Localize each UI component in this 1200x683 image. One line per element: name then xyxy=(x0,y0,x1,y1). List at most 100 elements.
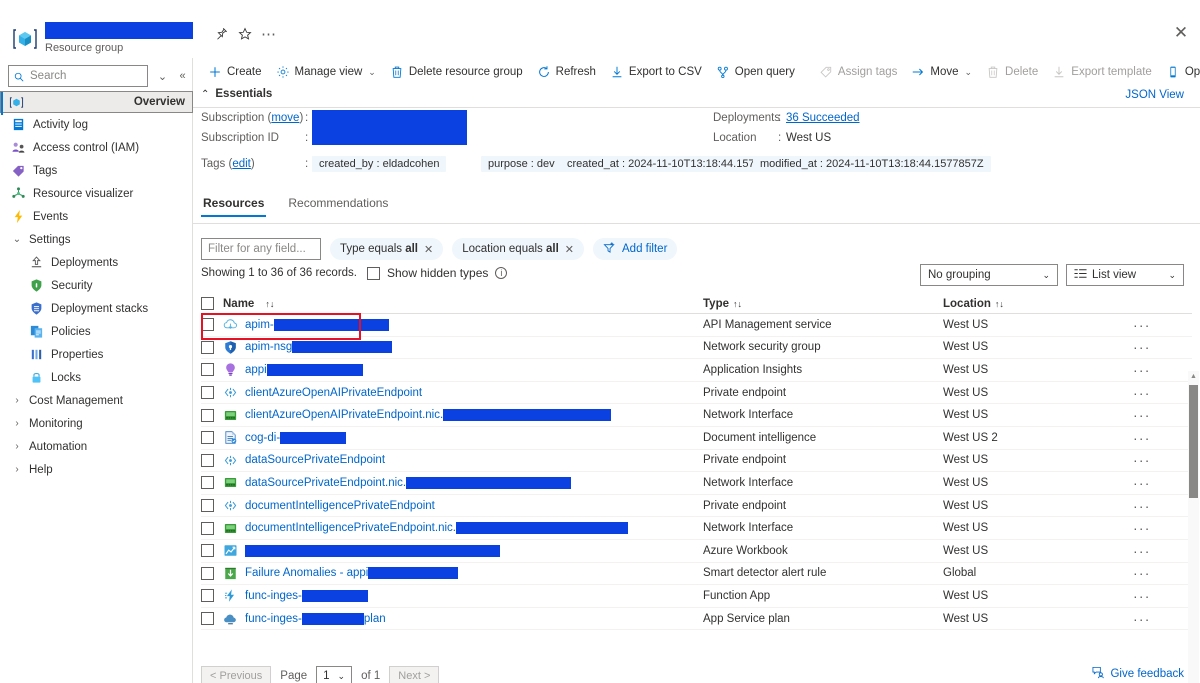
row-checkbox[interactable] xyxy=(201,612,214,626)
resource-name-link[interactable]: func-inges- plan xyxy=(245,612,386,625)
search-input[interactable] xyxy=(28,69,136,83)
chevron-right-icon[interactable]: › xyxy=(10,395,24,406)
chevron-down-icon[interactable]: ⌄ xyxy=(10,234,24,245)
table-row[interactable]: apim-nsg Network security group West US ··· xyxy=(201,337,1192,360)
column-header-location[interactable]: Location ↑↓ xyxy=(943,298,1133,310)
tags-edit-link[interactable]: edit xyxy=(232,158,251,170)
row-context-menu-icon[interactable]: ··· xyxy=(1133,520,1192,536)
row-checkbox[interactable] xyxy=(201,476,214,490)
close-icon[interactable]: ✕ xyxy=(565,243,574,256)
chevron-down-icon[interactable]: ⌄ xyxy=(964,67,972,78)
add-filter-button[interactable]: Add filter xyxy=(593,238,678,260)
sidebar-item-locks[interactable]: Locks xyxy=(0,366,193,389)
previous-page-button[interactable]: < Previous xyxy=(201,666,272,683)
command-delete-resource-group[interactable]: Delete resource group xyxy=(383,59,530,85)
view-select[interactable]: List view ⌄ xyxy=(1066,264,1184,286)
command-export-to-csv[interactable]: Export to CSV xyxy=(603,59,709,85)
table-row[interactable]: dataSourcePrivateEndpoint Private endpoin… xyxy=(201,450,1192,473)
resource-name-link[interactable]: cog-di- xyxy=(245,431,347,444)
pin-icon[interactable] xyxy=(210,23,232,45)
chevron-right-icon[interactable]: › xyxy=(10,441,24,452)
page-select[interactable]: 1 ⌄ xyxy=(316,666,353,683)
resource-name-link[interactable]: documentIntelligencePrivateEndpoint.nic. xyxy=(245,522,628,535)
sidebar-item-settings[interactable]: ⌄ Settings xyxy=(0,228,193,251)
sidebar-item-deployment-stacks[interactable]: Deployment stacks xyxy=(0,297,193,320)
table-row[interactable]: clientAzureOpenAIPrivateEndpoint Private … xyxy=(201,382,1192,405)
resource-name-link[interactable] xyxy=(245,544,500,557)
info-icon[interactable]: i xyxy=(495,267,508,279)
resource-name-link[interactable]: documentIntelligencePrivateEndpoint xyxy=(245,500,435,512)
sidebar-item-properties[interactable]: Properties xyxy=(0,343,193,366)
select-all-checkbox[interactable] xyxy=(201,297,214,310)
next-page-button[interactable]: Next > xyxy=(389,666,440,683)
row-checkbox[interactable] xyxy=(201,431,214,445)
command-manage-view[interactable]: Manage view ⌄ xyxy=(269,59,383,85)
row-context-menu-icon[interactable]: ··· xyxy=(1133,385,1192,401)
resource-name-link[interactable]: Failure Anomalies - appi xyxy=(245,567,459,580)
tag-chip[interactable]: created_by : eldadcohen xyxy=(312,156,447,172)
filter-pill-location[interactable]: Location equals all ✕ xyxy=(452,238,585,260)
row-checkbox[interactable] xyxy=(201,408,214,422)
table-row[interactable]: clientAzureOpenAIPrivateEndpoint.nic. Net… xyxy=(201,404,1192,427)
row-checkbox[interactable] xyxy=(201,566,214,580)
row-context-menu-icon[interactable]: ··· xyxy=(1133,407,1192,423)
grouping-select[interactable]: No grouping ⌄ xyxy=(920,264,1058,286)
row-checkbox[interactable] xyxy=(201,363,214,377)
row-context-menu-icon[interactable]: ··· xyxy=(1133,452,1192,468)
resource-name-link[interactable]: clientAzureOpenAIPrivateEndpoint xyxy=(245,387,422,399)
json-view-link[interactable]: JSON View xyxy=(1125,89,1184,101)
filter-input[interactable] xyxy=(201,238,321,260)
table-row[interactable]: appi Application Insights West US ··· xyxy=(201,359,1192,382)
row-context-menu-icon[interactable]: ··· xyxy=(1133,475,1192,491)
tab-recommendations[interactable]: Recommendations xyxy=(286,196,390,217)
row-context-menu-icon[interactable]: ··· xyxy=(1133,362,1192,378)
subscription-move-link[interactable]: move xyxy=(271,112,299,124)
sidebar-item-events[interactable]: Events xyxy=(0,205,193,228)
row-context-menu-icon[interactable]: ··· xyxy=(1133,565,1192,581)
command-open-query[interactable]: Open query xyxy=(709,59,802,85)
sidebar-item-monitoring[interactable]: › Monitoring xyxy=(0,412,193,435)
row-context-menu-icon[interactable]: ··· xyxy=(1133,317,1192,333)
sidebar-item-policies[interactable]: Policies xyxy=(0,320,193,343)
chevron-right-icon[interactable]: › xyxy=(10,464,24,475)
scroll-up-icon[interactable]: ▲ xyxy=(1188,371,1199,382)
table-row[interactable]: apim- API Management service West US ··· xyxy=(201,314,1192,337)
collapse-sidebar-icon[interactable]: « xyxy=(174,67,191,85)
row-context-menu-icon[interactable]: ··· xyxy=(1133,339,1192,355)
sidebar-item-automation[interactable]: › Automation xyxy=(0,435,193,458)
search-filter-icon[interactable]: ⌄ xyxy=(154,67,171,85)
resource-name-link[interactable]: dataSourcePrivateEndpoint.nic. xyxy=(245,476,572,489)
table-row[interactable]: documentIntelligencePrivateEndpoint.nic.… xyxy=(201,517,1192,540)
row-context-menu-icon[interactable]: ··· xyxy=(1133,430,1192,446)
table-row[interactable]: Azure Workbook West US ··· xyxy=(201,540,1192,563)
sidebar-item-resource-visualizer[interactable]: Resource visualizer xyxy=(0,182,193,205)
table-row[interactable]: documentIntelligencePrivateEndpoint Priva… xyxy=(201,495,1192,518)
sidebar-item-overview[interactable]: Overview xyxy=(0,91,193,115)
resource-name-link[interactable]: func-inges- xyxy=(245,589,368,602)
tab-resources[interactable]: Resources xyxy=(201,196,267,217)
resource-name-link[interactable]: apim-nsg xyxy=(245,341,393,354)
scrollbar-thumb[interactable] xyxy=(1189,385,1198,498)
column-header-name[interactable]: Name ↑↓ xyxy=(223,298,703,310)
close-icon[interactable]: ✕ xyxy=(1168,20,1194,46)
table-row[interactable]: Failure Anomalies - appi Smart detector … xyxy=(201,563,1192,586)
show-hidden-types-toggle[interactable]: Show hidden types i xyxy=(367,266,508,280)
sidebar-item-security[interactable]: Security xyxy=(0,274,193,297)
command-open-in-mobile[interactable]: Open in mobile xyxy=(1159,59,1200,85)
row-context-menu-icon[interactable]: ··· xyxy=(1133,498,1192,514)
row-checkbox[interactable] xyxy=(201,521,214,535)
sidebar-item-help[interactable]: › Help xyxy=(0,458,193,481)
resource-name-link[interactable]: appi xyxy=(245,363,363,376)
sidebar-item-deployments[interactable]: Deployments xyxy=(0,251,193,274)
give-feedback-button[interactable]: Give feedback xyxy=(1092,666,1184,682)
show-hidden-types-checkbox[interactable] xyxy=(367,266,380,280)
command-refresh[interactable]: Refresh xyxy=(530,59,603,85)
row-context-menu-icon[interactable]: ··· xyxy=(1133,611,1192,627)
deployments-value-link[interactable]: 36 Succeeded xyxy=(786,112,860,124)
more-options-icon[interactable]: ⋯ xyxy=(258,23,280,45)
column-header-type[interactable]: Type ↑↓ xyxy=(703,298,943,310)
row-checkbox[interactable] xyxy=(201,340,214,354)
table-scrollbar[interactable]: ▲ ▼ xyxy=(1188,371,1199,683)
sidebar-item-activity-log[interactable]: Activity log xyxy=(0,113,193,136)
resource-name-link[interactable]: dataSourcePrivateEndpoint xyxy=(245,454,385,466)
